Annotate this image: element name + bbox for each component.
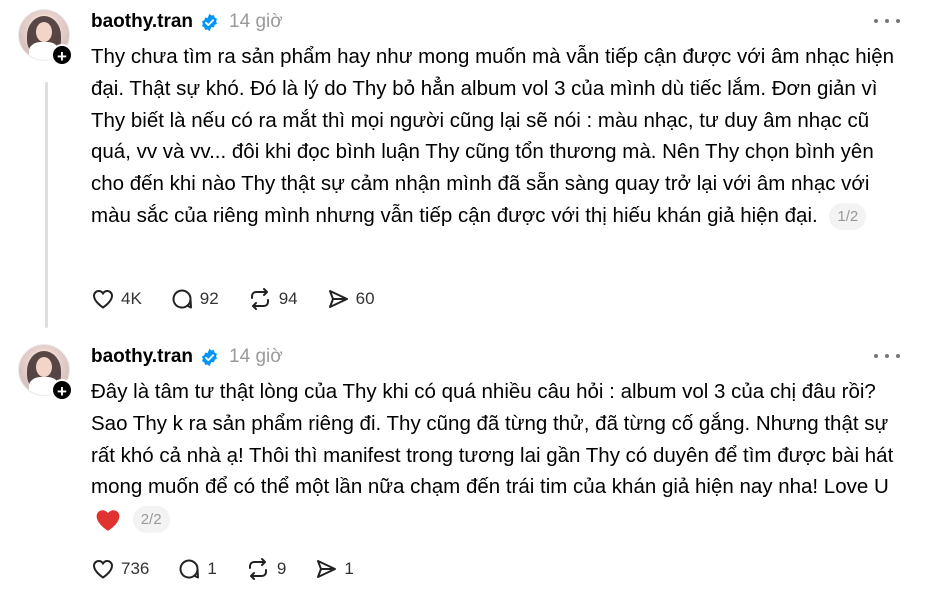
comment-bubble-icon bbox=[179, 559, 200, 579]
post-content: Đây là tâm tư thật lòng của Thy khi có q… bbox=[91, 376, 901, 535]
share-button[interactable]: 60 bbox=[326, 287, 375, 311]
repost-button[interactable]: 94 bbox=[247, 287, 298, 311]
heart-outline-icon bbox=[92, 289, 114, 309]
heart-outline-icon bbox=[92, 559, 114, 579]
timestamp: 14 giờ bbox=[229, 346, 283, 367]
username[interactable]: baothy.tran bbox=[91, 346, 193, 368]
share-button[interactable]: 1 bbox=[314, 557, 354, 581]
post-content: Thy chưa tìm ra sản phẩm hay như mong mu… bbox=[91, 41, 901, 232]
send-arrow-icon bbox=[328, 290, 348, 308]
post-text: Thy chưa tìm ra sản phẩm hay như mong mu… bbox=[91, 45, 895, 227]
comment-button[interactable]: 1 bbox=[177, 557, 217, 581]
username[interactable]: baothy.tran bbox=[91, 11, 193, 33]
timestamp: 14 giờ bbox=[229, 11, 283, 32]
post-text: Đây là tâm tư thật lòng của Thy khi có q… bbox=[91, 380, 894, 499]
red-heart-emoji-icon bbox=[96, 510, 120, 531]
avatar[interactable]: + bbox=[18, 344, 74, 401]
comment-count: 92 bbox=[199, 289, 219, 308]
more-options-icon[interactable] bbox=[873, 345, 903, 365]
thread-pager: 1/2 bbox=[829, 203, 867, 231]
thread-pager: 2/2 bbox=[132, 506, 170, 534]
like-button[interactable]: 4K bbox=[91, 287, 142, 311]
repost-button[interactable]: 9 bbox=[245, 557, 286, 581]
share-count: 1 bbox=[344, 559, 354, 578]
post-header: baothy.tran 14 giờ bbox=[91, 10, 283, 34]
send-arrow-icon bbox=[317, 560, 337, 578]
like-button[interactable]: 736 bbox=[91, 557, 149, 581]
comment-count: 1 bbox=[207, 559, 217, 578]
post-header: baothy.tran 14 giờ bbox=[91, 345, 283, 369]
like-count: 4K bbox=[121, 289, 142, 308]
more-options-icon[interactable] bbox=[873, 10, 903, 30]
like-count: 736 bbox=[121, 559, 150, 578]
post-actions: 736 1 9 1 bbox=[91, 556, 382, 582]
follow-plus-icon[interactable]: + bbox=[51, 44, 73, 66]
comment-bubble-icon bbox=[172, 289, 192, 309]
thread-connector-line bbox=[45, 82, 48, 328]
repost-arrows-icon bbox=[248, 558, 267, 580]
thread-post-1: + baothy.tran 14 giờ Thy chưa tìm ra sản… bbox=[0, 0, 933, 330]
follow-plus-icon[interactable]: + bbox=[51, 379, 73, 401]
share-count: 60 bbox=[355, 289, 375, 308]
avatar[interactable]: + bbox=[18, 9, 74, 66]
repost-count: 9 bbox=[276, 559, 287, 578]
verified-badge-icon bbox=[202, 13, 217, 31]
thread-post-2: + baothy.tran 14 giờ Đây là tâm tư thật … bbox=[0, 335, 933, 595]
comment-button[interactable]: 92 bbox=[170, 287, 219, 311]
post-actions: 4K 92 94 60 bbox=[91, 286, 403, 312]
verified-badge-icon bbox=[202, 348, 217, 366]
repost-arrows-icon bbox=[250, 288, 269, 310]
repost-count: 94 bbox=[278, 289, 298, 308]
